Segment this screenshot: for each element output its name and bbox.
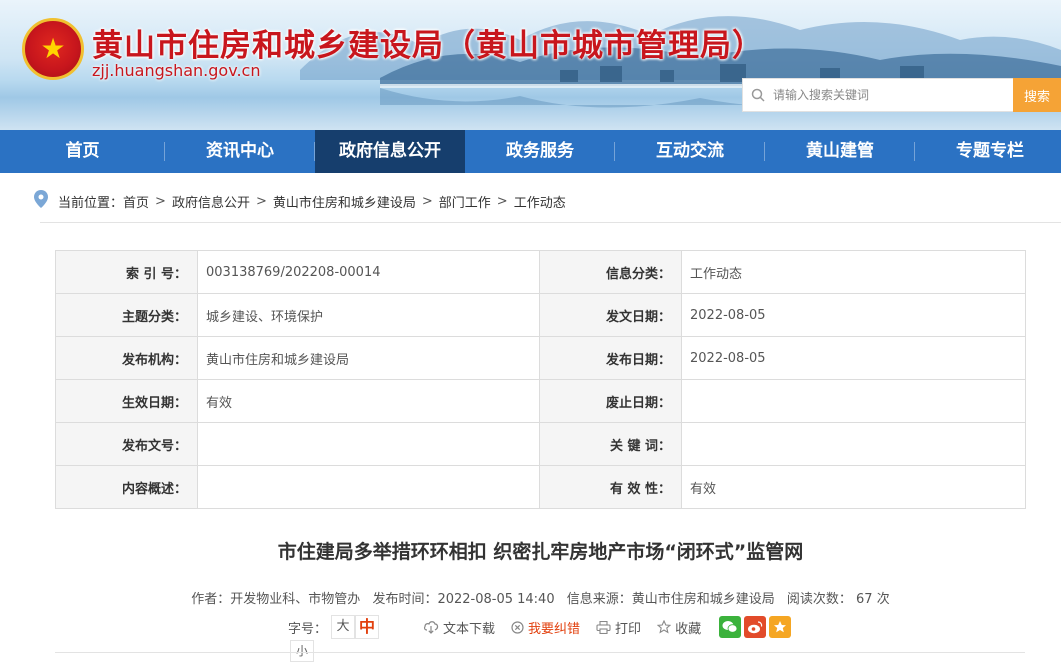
table-row: 主题分类： 城乡建设、环境保护 发文日期： 2022-08-05 xyxy=(55,293,1026,337)
breadcrumb-divider xyxy=(40,222,1061,223)
breadcrumb-item-dept-work[interactable]: 部门工作 xyxy=(439,192,491,211)
info-value: 黄山市住房和城乡建设局 xyxy=(197,336,540,380)
nav-item-label: 黄山建管 xyxy=(806,141,874,161)
breadcrumb-prefix: 当前位置： xyxy=(58,195,124,211)
download-text-button[interactable]: 文本下载 xyxy=(423,618,495,637)
info-label: 废止日期： xyxy=(539,379,682,423)
info-label: 发布机构： xyxy=(55,336,198,380)
cloud-download-icon xyxy=(423,620,439,634)
info-label: 关 键 词： xyxy=(539,422,682,466)
weibo-share-icon[interactable] xyxy=(744,616,767,638)
search-icon xyxy=(743,78,773,112)
favorite-button[interactable]: 收藏 xyxy=(657,618,701,637)
info-label: 有 效 性： xyxy=(539,465,682,509)
download-text-label: 文本下载 xyxy=(443,621,496,637)
error-circle-icon xyxy=(511,620,524,634)
nav-item-label: 资讯中心 xyxy=(206,141,274,161)
article-title: 市住建局多举措环环相扣 织密扎牢房地产市场“闭环式”监管网 xyxy=(277,541,804,563)
info-label: 发布文号： xyxy=(55,422,198,466)
breadcrumb-item-bureau[interactable]: 黄山市住房和城乡建设局 xyxy=(273,192,416,211)
printer-icon xyxy=(596,620,611,634)
national-emblem-icon: ★ xyxy=(22,18,84,80)
location-pin-icon xyxy=(34,190,48,212)
table-row: 内容概述： 有 效 性： 有效 xyxy=(55,465,1026,509)
breadcrumb-item-gov-info[interactable]: 政府信息公开 xyxy=(172,192,250,211)
article-meta: 作者：开发物业科、市物管办 发布时间：2022-08-05 14:40 信息来源… xyxy=(0,588,1061,607)
font-size-large-button[interactable]: 大 xyxy=(331,615,356,639)
info-value xyxy=(681,422,1026,466)
nav-item-news[interactable]: 资讯中心 xyxy=(165,130,315,173)
search-input[interactable] xyxy=(773,80,1009,110)
info-label: 主题分类： xyxy=(55,293,198,337)
info-label: 发布日期： xyxy=(539,336,682,380)
nav-item-construction[interactable]: 黄山建管 xyxy=(765,130,915,173)
share-buttons xyxy=(719,616,794,638)
info-value xyxy=(681,379,1026,423)
article-tools: 字号： 大 中 文本下载 我要纠错 打印 收藏 xyxy=(288,614,794,640)
main-nav: 首页 资讯中心 政府信息公开 政务服务 互动交流 黄山建管 专题专栏 xyxy=(0,130,1061,173)
breadcrumb-separator: > xyxy=(496,193,508,209)
article-author: 作者：开发物业科、市物管办 xyxy=(191,592,361,607)
info-label: 内容概述： xyxy=(55,465,198,509)
breadcrumb-item-work-news[interactable]: 工作动态 xyxy=(514,192,566,211)
bookmark-share-icon[interactable] xyxy=(769,616,792,638)
breadcrumb-separator: > xyxy=(155,193,166,209)
search-button[interactable]: 搜索 xyxy=(1013,78,1061,112)
favorite-label: 收藏 xyxy=(675,621,702,637)
article-publish-time: 发布时间：2022-08-05 14:40 xyxy=(372,592,555,607)
table-row: 索 引 号： 003138769/202208-00014 信息分类： 工作动态 xyxy=(55,250,1026,294)
breadcrumb-separator: > xyxy=(255,193,267,209)
font-size-small-button[interactable]: 小 xyxy=(290,640,314,662)
table-row: 发布文号： 关 键 词： xyxy=(55,422,1026,466)
breadcrumb-separator: > xyxy=(421,193,433,209)
info-label: 索 引 号： xyxy=(55,250,198,294)
breadcrumb: 当前位置： 首页 > 政府信息公开 > 黄山市住房和城乡建设局 > 部门工作 >… xyxy=(34,190,566,212)
info-value: 工作动态 xyxy=(681,250,1026,294)
header-banner: ★ 黄山市住房和城乡建设局（黄山市城市管理局） zjj.huangshan.go… xyxy=(0,0,1061,130)
report-error-button[interactable]: 我要纠错 xyxy=(511,618,580,637)
nav-item-label: 政府信息公开 xyxy=(339,141,441,161)
nav-item-gov-info[interactable]: 政府信息公开 xyxy=(315,130,465,173)
site-title: 黄山市住房和城乡建设局（黄山市城市管理局） xyxy=(92,28,764,64)
info-value: 2022-08-05 xyxy=(681,293,1026,337)
table-row: 发布机构： 黄山市住房和城乡建设局 发布日期： 2022-08-05 xyxy=(55,336,1026,380)
info-label: 信息分类： xyxy=(539,250,682,294)
site-url: zjj.huangshan.gov.cn xyxy=(92,61,261,80)
info-value: 有效 xyxy=(197,379,540,423)
info-value: 城乡建设、环境保护 xyxy=(197,293,540,337)
star-outline-icon xyxy=(657,620,672,634)
info-value: 003138769/202208-00014 xyxy=(197,250,540,294)
content-divider xyxy=(55,652,1025,653)
nav-item-home[interactable]: 首页 xyxy=(0,130,165,173)
info-value xyxy=(197,465,540,509)
info-value: 2022-08-05 xyxy=(681,336,1026,380)
font-size-medium-button[interactable]: 中 xyxy=(355,615,380,639)
nav-item-services[interactable]: 政务服务 xyxy=(465,130,615,173)
nav-item-label: 互动交流 xyxy=(656,141,724,161)
info-label: 生效日期： xyxy=(55,379,198,423)
search-box xyxy=(742,78,1014,112)
report-error-label: 我要纠错 xyxy=(528,621,581,637)
info-label: 发文日期： xyxy=(539,293,682,337)
nav-item-label: 专题专栏 xyxy=(956,141,1024,161)
font-size-label: 字号： xyxy=(288,621,328,637)
print-label: 打印 xyxy=(615,621,642,637)
print-button[interactable]: 打印 xyxy=(596,618,641,637)
nav-item-topics[interactable]: 专题专栏 xyxy=(915,130,1061,173)
article-views: 阅读次数： 67 次 xyxy=(786,592,890,607)
info-value: 有效 xyxy=(681,465,1026,509)
wechat-share-icon[interactable] xyxy=(719,616,742,638)
info-value xyxy=(197,422,540,466)
nav-item-interaction[interactable]: 互动交流 xyxy=(615,130,765,173)
table-row: 生效日期： 有效 废止日期： xyxy=(55,379,1026,423)
article-source: 信息来源：黄山市住房和城乡建设局 xyxy=(566,592,775,607)
nav-item-label: 政务服务 xyxy=(506,141,574,161)
nav-item-label: 首页 xyxy=(65,141,100,161)
breadcrumb-item-home[interactable]: 首页 xyxy=(123,192,149,211)
info-table: 索 引 号： 003138769/202208-00014 信息分类： 工作动态… xyxy=(55,250,1026,509)
